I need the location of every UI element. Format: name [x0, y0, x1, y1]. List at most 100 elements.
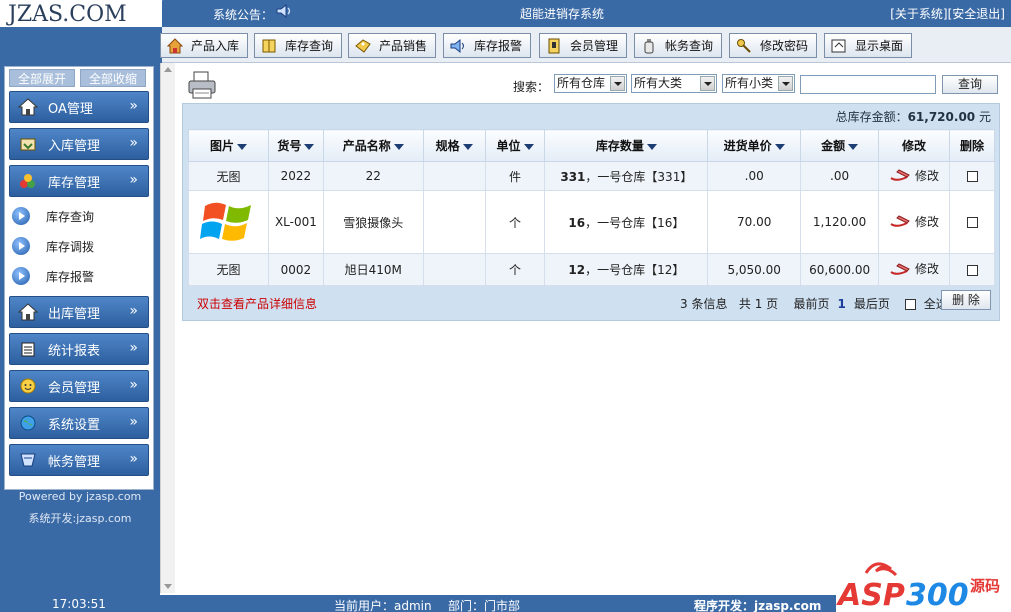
cell-image: 无图	[188, 161, 269, 191]
nav-member[interactable]: 会员管理	[539, 33, 627, 58]
qty-detail: ，一号仓库【331】	[585, 169, 693, 184]
warehouse-select[interactable]: 所有仓库	[554, 74, 627, 93]
menu-accounts[interactable]: 帐务管理 »	[9, 444, 149, 476]
row-checkbox[interactable]	[966, 264, 978, 276]
total-unit: 元	[978, 110, 991, 124]
col-header-name[interactable]: 产品名称	[322, 129, 424, 162]
edit-icon	[890, 215, 910, 227]
scroll-down-icon[interactable]	[164, 584, 172, 589]
nav-stock-alarm[interactable]: 库存报警	[443, 33, 531, 58]
developer-info: 程序开发：jzasp.com	[694, 599, 822, 612]
search-button[interactable]: 查询	[942, 75, 998, 94]
menu-stock-in[interactable]: 入库管理 »	[9, 128, 149, 160]
nav-product-in[interactable]: 产品入库	[160, 33, 248, 58]
logout-link[interactable]: [安全退出]	[948, 7, 1005, 21]
card-icon	[548, 38, 560, 53]
current-user: 当前用户：admin	[334, 599, 432, 612]
edit-link[interactable]: 修改	[889, 260, 939, 277]
menu-label: OA管理	[48, 101, 93, 117]
double-click-hint: 双击查看产品详细信息	[197, 297, 318, 311]
qty-value: 12	[568, 263, 586, 277]
cell-qty: 12，一号仓库【12】	[544, 253, 709, 286]
table-row[interactable]: XL-001 雪狼摄像头 个 16，一号仓库【16】 70.00 1,120.0…	[188, 190, 995, 254]
stock-panel: 总库存金额：61,720.00 元 图片 货号 产品名称 规格 单位 库存数量 …	[182, 103, 1000, 321]
nav-show-desktop[interactable]: 显示桌面	[824, 33, 912, 58]
menu-stock-manage[interactable]: 库存管理 »	[9, 165, 149, 197]
chevron-right-icon: »	[129, 377, 138, 393]
menu-reports[interactable]: 统计报表 »	[9, 333, 149, 365]
collapse-all-button[interactable]: 全部收缩	[80, 69, 146, 87]
menu-label: 库存管理	[48, 175, 101, 191]
col-header-amount[interactable]: 金额	[800, 129, 880, 162]
edit-link[interactable]: 修改	[889, 167, 939, 184]
menu-members[interactable]: 会员管理 »	[9, 370, 149, 402]
sub-stock-alarm[interactable]: 库存报警	[12, 266, 94, 286]
table-row[interactable]: 无图 2022 22 件 331，一号仓库【331】 .00 .00 修改	[188, 161, 995, 191]
cell-price: .00	[707, 161, 802, 191]
top-toolbar: 产品入库 库存查询 产品销售 库存报警 会员管理 帐务查询 修改密码 显示桌面	[0, 27, 1011, 63]
edit-label: 修改	[915, 214, 940, 229]
chevron-right-icon: »	[129, 414, 138, 430]
col-header-qty[interactable]: 库存数量	[544, 129, 709, 162]
printer-icon[interactable]	[186, 69, 218, 101]
nav-label: 库存查询	[285, 39, 334, 53]
nav-account-query[interactable]: 帐务查询	[634, 33, 722, 58]
search-input[interactable]	[800, 75, 936, 94]
select-all-checkbox[interactable]	[905, 299, 917, 310]
play-icon	[12, 207, 30, 225]
edit-icon	[890, 169, 910, 181]
menu-label: 会员管理	[48, 380, 101, 396]
col-header-image[interactable]: 图片	[188, 129, 269, 162]
subcategory-select[interactable]: 所有小类	[722, 74, 795, 93]
sub-stock-transfer[interactable]: 库存调拨	[12, 236, 94, 256]
vertical-scrollbar[interactable]	[160, 63, 175, 593]
row-checkbox[interactable]	[966, 217, 978, 228]
first-page-link[interactable]: 最前页	[793, 297, 829, 311]
table-row[interactable]: 无图 0002 旭日410M 个 12，一号仓库【12】 5,050.00 60…	[188, 253, 995, 286]
menu-settings[interactable]: 系统设置 »	[9, 407, 149, 439]
sort-down-icon	[304, 143, 315, 150]
sort-down-icon	[848, 143, 859, 150]
table-header-row: 图片 货号 产品名称 规格 单位 库存数量 进货单价 金额 修改 删除	[188, 129, 995, 162]
chevron-right-icon: »	[129, 172, 138, 188]
menu-stock-out[interactable]: 出库管理 »	[9, 296, 149, 328]
nav-change-password[interactable]: 修改密码	[729, 33, 817, 58]
cell-amount: 60,600.00	[800, 253, 880, 286]
col-header-price[interactable]: 进货单价	[707, 129, 802, 162]
scroll-up-icon[interactable]	[164, 67, 172, 72]
col-header-code[interactable]: 货号	[267, 129, 324, 162]
last-page-link[interactable]: 最后页	[854, 297, 890, 311]
col-header-spec[interactable]: 规格	[422, 129, 486, 162]
expand-all-button[interactable]: 全部展开	[9, 69, 75, 87]
row-checkbox[interactable]	[966, 171, 978, 182]
system-title: 超能进销存系统	[520, 7, 605, 21]
cell-image	[188, 190, 269, 254]
header-links: [关于系统][安全退出]	[890, 5, 1005, 22]
cell-spec	[422, 190, 486, 254]
current-page[interactable]: 1	[837, 297, 845, 311]
col-header-unit[interactable]: 单位	[484, 129, 546, 162]
nav-product-sale[interactable]: 产品销售	[348, 33, 436, 58]
nav-label: 帐务查询	[665, 39, 714, 53]
nav-label: 产品入库	[191, 39, 240, 53]
book-icon	[262, 39, 276, 52]
cell-code: 2022	[267, 161, 324, 191]
about-link[interactable]: [关于系统]	[890, 7, 947, 21]
sub-stock-query[interactable]: 库存查询	[12, 206, 94, 226]
speaker-icon	[276, 3, 291, 19]
tag-icon	[355, 38, 371, 53]
developer-credit: 系统开发:jzasp.com	[28, 512, 132, 525]
header-label: 货号	[277, 139, 302, 153]
edit-link[interactable]: 修改	[889, 213, 939, 230]
category-select[interactable]: 所有大类	[631, 74, 717, 93]
main-content: 搜索： 所有仓库 所有大类 所有小类 查询 总库存金额：61,720.00 元 …	[176, 63, 1002, 593]
windows-logo-image	[200, 202, 252, 241]
total-label: 总库存金额：	[835, 110, 908, 124]
cell-name: 旭日410M	[322, 253, 424, 286]
col-header-delete: 删除	[949, 129, 995, 162]
delete-button[interactable]: 删 除	[941, 290, 991, 310]
menu-oa[interactable]: OA管理 »	[9, 91, 149, 123]
cell-name: 22	[322, 161, 424, 191]
cell-qty: 331，一号仓库【331】	[544, 161, 709, 191]
nav-stock-query[interactable]: 库存查询	[254, 33, 342, 58]
